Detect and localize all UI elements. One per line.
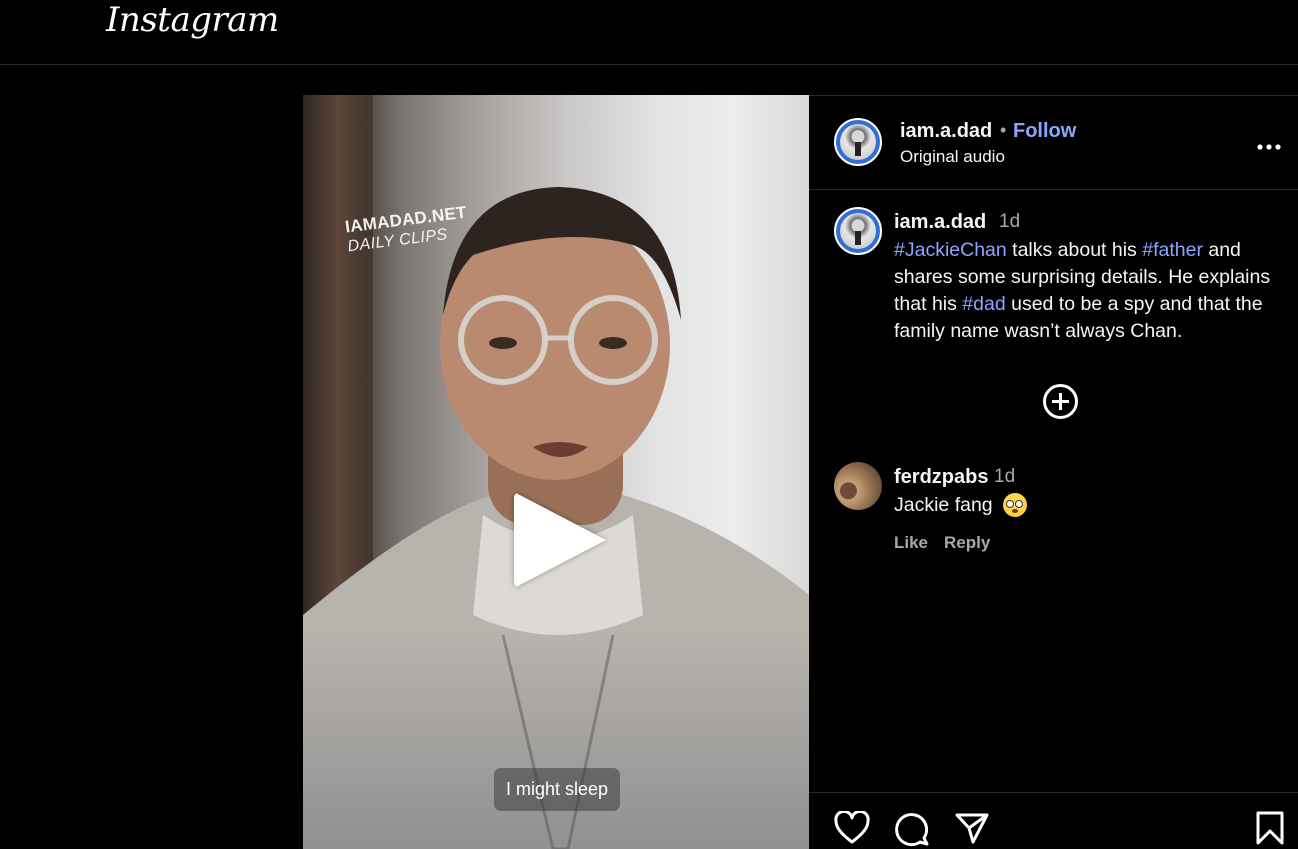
- hashtag-link[interactable]: #JackieChan: [894, 239, 1007, 261]
- comment-icon[interactable]: [894, 811, 930, 849]
- post-side-panel: iam.a.dad • Follow Original audio iam.a.…: [809, 95, 1298, 849]
- emoji-mouth: [1012, 509, 1018, 513]
- bookmark-icon[interactable]: [1255, 811, 1285, 849]
- comment-avatar[interactable]: [834, 462, 882, 510]
- more-horizontal-icon[interactable]: [1256, 130, 1282, 158]
- emoji-eye: [1015, 500, 1023, 508]
- video-player[interactable]: IAMADAD.NET DAILY CLIPS I might sleep: [303, 95, 809, 849]
- video-subtitle: I might sleep: [494, 768, 621, 811]
- original-audio-link[interactable]: Original audio: [900, 147, 1005, 167]
- separator-dot: •: [1000, 120, 1007, 140]
- caption-text: #JackieChan talks about his #father and …: [894, 237, 1294, 345]
- follow-button[interactable]: Follow: [1013, 120, 1076, 143]
- avatar[interactable]: [834, 118, 882, 166]
- top-bar: Instagram: [0, 0, 1298, 65]
- video-shade: [303, 629, 809, 849]
- comment-username[interactable]: ferdzpabs: [894, 466, 988, 489]
- comment-like-button[interactable]: Like: [894, 533, 928, 553]
- post-username[interactable]: iam.a.dad: [900, 120, 992, 143]
- play-icon[interactable]: [514, 492, 606, 588]
- post-header: iam.a.dad • Follow Original audio: [809, 96, 1298, 190]
- caption-segment: talks about his: [1006, 239, 1143, 261]
- comment-text: Jackie fang: [894, 494, 993, 516]
- hashtag-link[interactable]: #father: [1142, 239, 1203, 261]
- emoji-eye: [1006, 500, 1014, 508]
- heart-icon[interactable]: [834, 809, 870, 849]
- post-actions-bar: [809, 792, 1298, 849]
- flushed-face-emoji-icon: [1003, 493, 1027, 517]
- comment-reply-button[interactable]: Reply: [944, 533, 990, 553]
- comment-time[interactable]: 1d: [994, 466, 1015, 488]
- caption-username[interactable]: iam.a.dad: [894, 211, 986, 234]
- avatar-tie: [855, 231, 861, 245]
- instagram-logo[interactable]: Instagram: [106, 0, 279, 40]
- hashtag-link[interactable]: #dad: [962, 293, 1005, 315]
- add-circle-icon[interactable]: [1043, 384, 1078, 419]
- caption-time[interactable]: 1d: [999, 211, 1020, 233]
- avatar-tie: [855, 142, 861, 156]
- caption-avatar[interactable]: [834, 207, 882, 255]
- add-icon-bar-v: [1059, 393, 1062, 410]
- share-icon[interactable]: [954, 811, 990, 849]
